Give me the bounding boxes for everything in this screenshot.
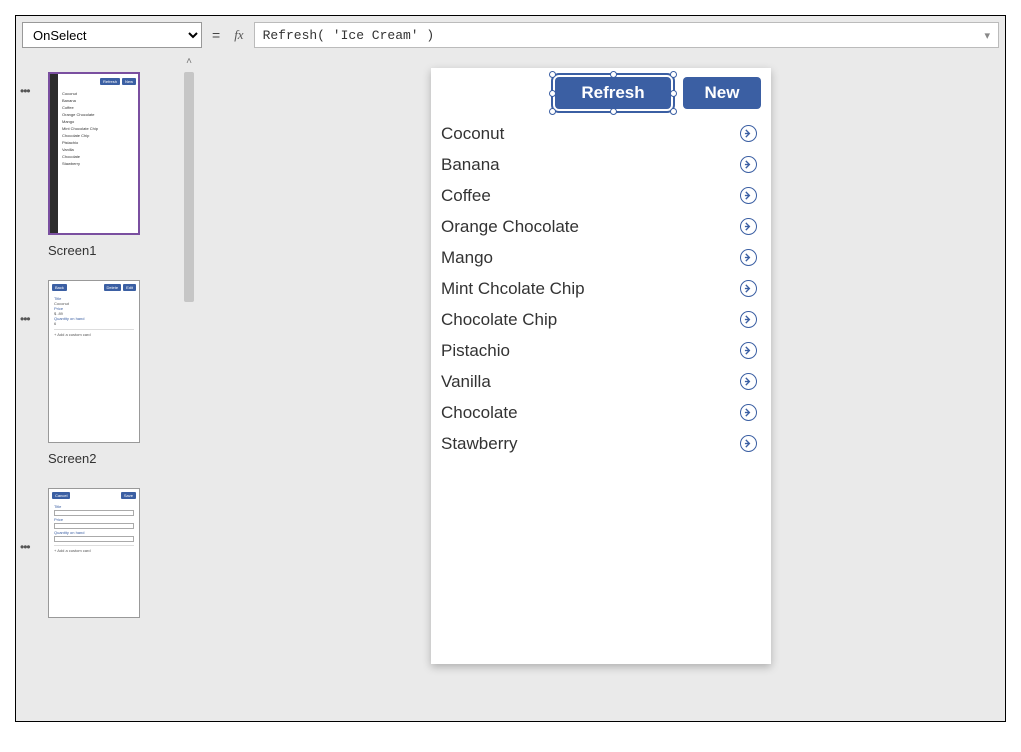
mini-cancel-button: Cancel (52, 492, 70, 499)
list-item[interactable]: Orange Chocolate (431, 211, 771, 242)
arrow-right-icon[interactable] (740, 280, 757, 297)
list-item[interactable]: Stawberry (431, 428, 771, 459)
formula-bar: OnSelect = fx Refresh( 'Ice Cream' ) ▾ (16, 16, 1005, 54)
list-item[interactable]: Coffee (431, 180, 771, 211)
app-frame: OnSelect = fx Refresh( 'Ice Cream' ) ▾ •… (15, 15, 1006, 722)
mini-delete-button: Delete (104, 284, 122, 291)
scroll-thumb[interactable] (184, 72, 194, 302)
refresh-button[interactable]: Refresh (555, 77, 671, 109)
flavor-label: Chocolate Chip (441, 310, 557, 330)
new-button-label: New (705, 83, 740, 102)
mini-save-button: Save (121, 492, 136, 499)
list-item[interactable]: Mint Chcolate Chip (431, 273, 771, 304)
mini-refresh-button: Refresh (100, 78, 120, 85)
resize-handle[interactable] (670, 71, 677, 78)
arrow-right-icon[interactable] (740, 156, 757, 173)
list-item[interactable]: Chocolate (431, 397, 771, 428)
arrow-right-icon[interactable] (740, 342, 757, 359)
resize-handle[interactable] (670, 108, 677, 115)
thumbnail-label-screen1: Screen1 (48, 243, 171, 258)
mini-back-button: Back (52, 284, 67, 291)
list-item[interactable]: Chocolate Chip (431, 304, 771, 335)
arrow-right-icon[interactable] (740, 373, 757, 390)
arrow-right-icon[interactable] (740, 218, 757, 235)
list-item[interactable]: Vanilla (431, 366, 771, 397)
thumbnail-more-icon[interactable]: ••• (20, 312, 30, 326)
workspace: ••• Refresh New Coconut Banana Coffee Or… (16, 54, 1005, 721)
equals-sign: = (208, 27, 224, 43)
list-item[interactable]: Pistachio (431, 335, 771, 366)
new-button[interactable]: New (683, 77, 761, 109)
list-item[interactable]: Banana (431, 149, 771, 180)
flavor-label: Pistachio (441, 341, 510, 361)
flavor-label: Coconut (441, 124, 504, 144)
resize-handle[interactable] (549, 108, 556, 115)
thumbnail-scrollbar[interactable]: ˄ (181, 54, 197, 721)
arrow-right-icon[interactable] (740, 249, 757, 266)
thumbnail-screen3[interactable]: Cancel Save Title Price Quantity on hand… (48, 488, 140, 618)
canvas-screen[interactable]: Refresh New (431, 68, 771, 664)
chevron-down-icon[interactable]: ▾ (984, 29, 990, 42)
canvas-area: Refresh New (197, 54, 1005, 721)
list-item[interactable]: Coconut (431, 118, 771, 149)
arrow-right-icon[interactable] (740, 404, 757, 421)
canvas-header: Refresh New (431, 68, 771, 118)
mini-edit-button: Edit (123, 284, 136, 291)
screen-thumbnails-panel: ••• Refresh New Coconut Banana Coffee Or… (16, 54, 181, 721)
thumbnail-label-screen2: Screen2 (48, 451, 171, 466)
thumbnail-more-icon[interactable]: ••• (20, 540, 30, 554)
resize-handle[interactable] (610, 71, 617, 78)
flavor-label: Stawberry (441, 434, 518, 454)
thumbnail-more-icon[interactable]: ••• (20, 84, 30, 98)
flavor-label: Banana (441, 155, 500, 175)
flavor-label: Mint Chcolate Chip (441, 279, 585, 299)
list-item[interactable]: Mango (431, 242, 771, 273)
flavor-label: Coffee (441, 186, 491, 206)
arrow-right-icon[interactable] (740, 125, 757, 142)
scroll-up-icon[interactable]: ˄ (181, 56, 197, 67)
thumbnail-screen1[interactable]: Refresh New Coconut Banana Coffee Orange… (48, 72, 140, 235)
resize-handle[interactable] (549, 71, 556, 78)
arrow-right-icon[interactable] (740, 187, 757, 204)
flavor-gallery[interactable]: Coconut Banana Coffee Orange Chocolate (431, 118, 771, 459)
resize-handle[interactable] (549, 90, 556, 97)
mini-flavor-list: Coconut Banana Coffee Orange Chocolate M… (50, 88, 138, 169)
fx-label: fx (230, 27, 247, 43)
formula-input[interactable]: Refresh( 'Ice Cream' ) (263, 28, 985, 43)
formula-input-container[interactable]: Refresh( 'Ice Cream' ) ▾ (254, 22, 999, 48)
refresh-button-label: Refresh (581, 83, 644, 102)
flavor-label: Chocolate (441, 403, 518, 423)
flavor-label: Vanilla (441, 372, 491, 392)
arrow-right-icon[interactable] (740, 311, 757, 328)
arrow-right-icon[interactable] (740, 435, 757, 452)
property-dropdown[interactable]: OnSelect (22, 22, 202, 48)
flavor-label: Orange Chocolate (441, 217, 579, 237)
flavor-label: Mango (441, 248, 493, 268)
resize-handle[interactable] (610, 108, 617, 115)
resize-handle[interactable] (670, 90, 677, 97)
thumbnail-screen2[interactable]: Back Delete Edit Title Coconut Price $ .… (48, 280, 140, 443)
mini-new-button: New (122, 78, 136, 85)
